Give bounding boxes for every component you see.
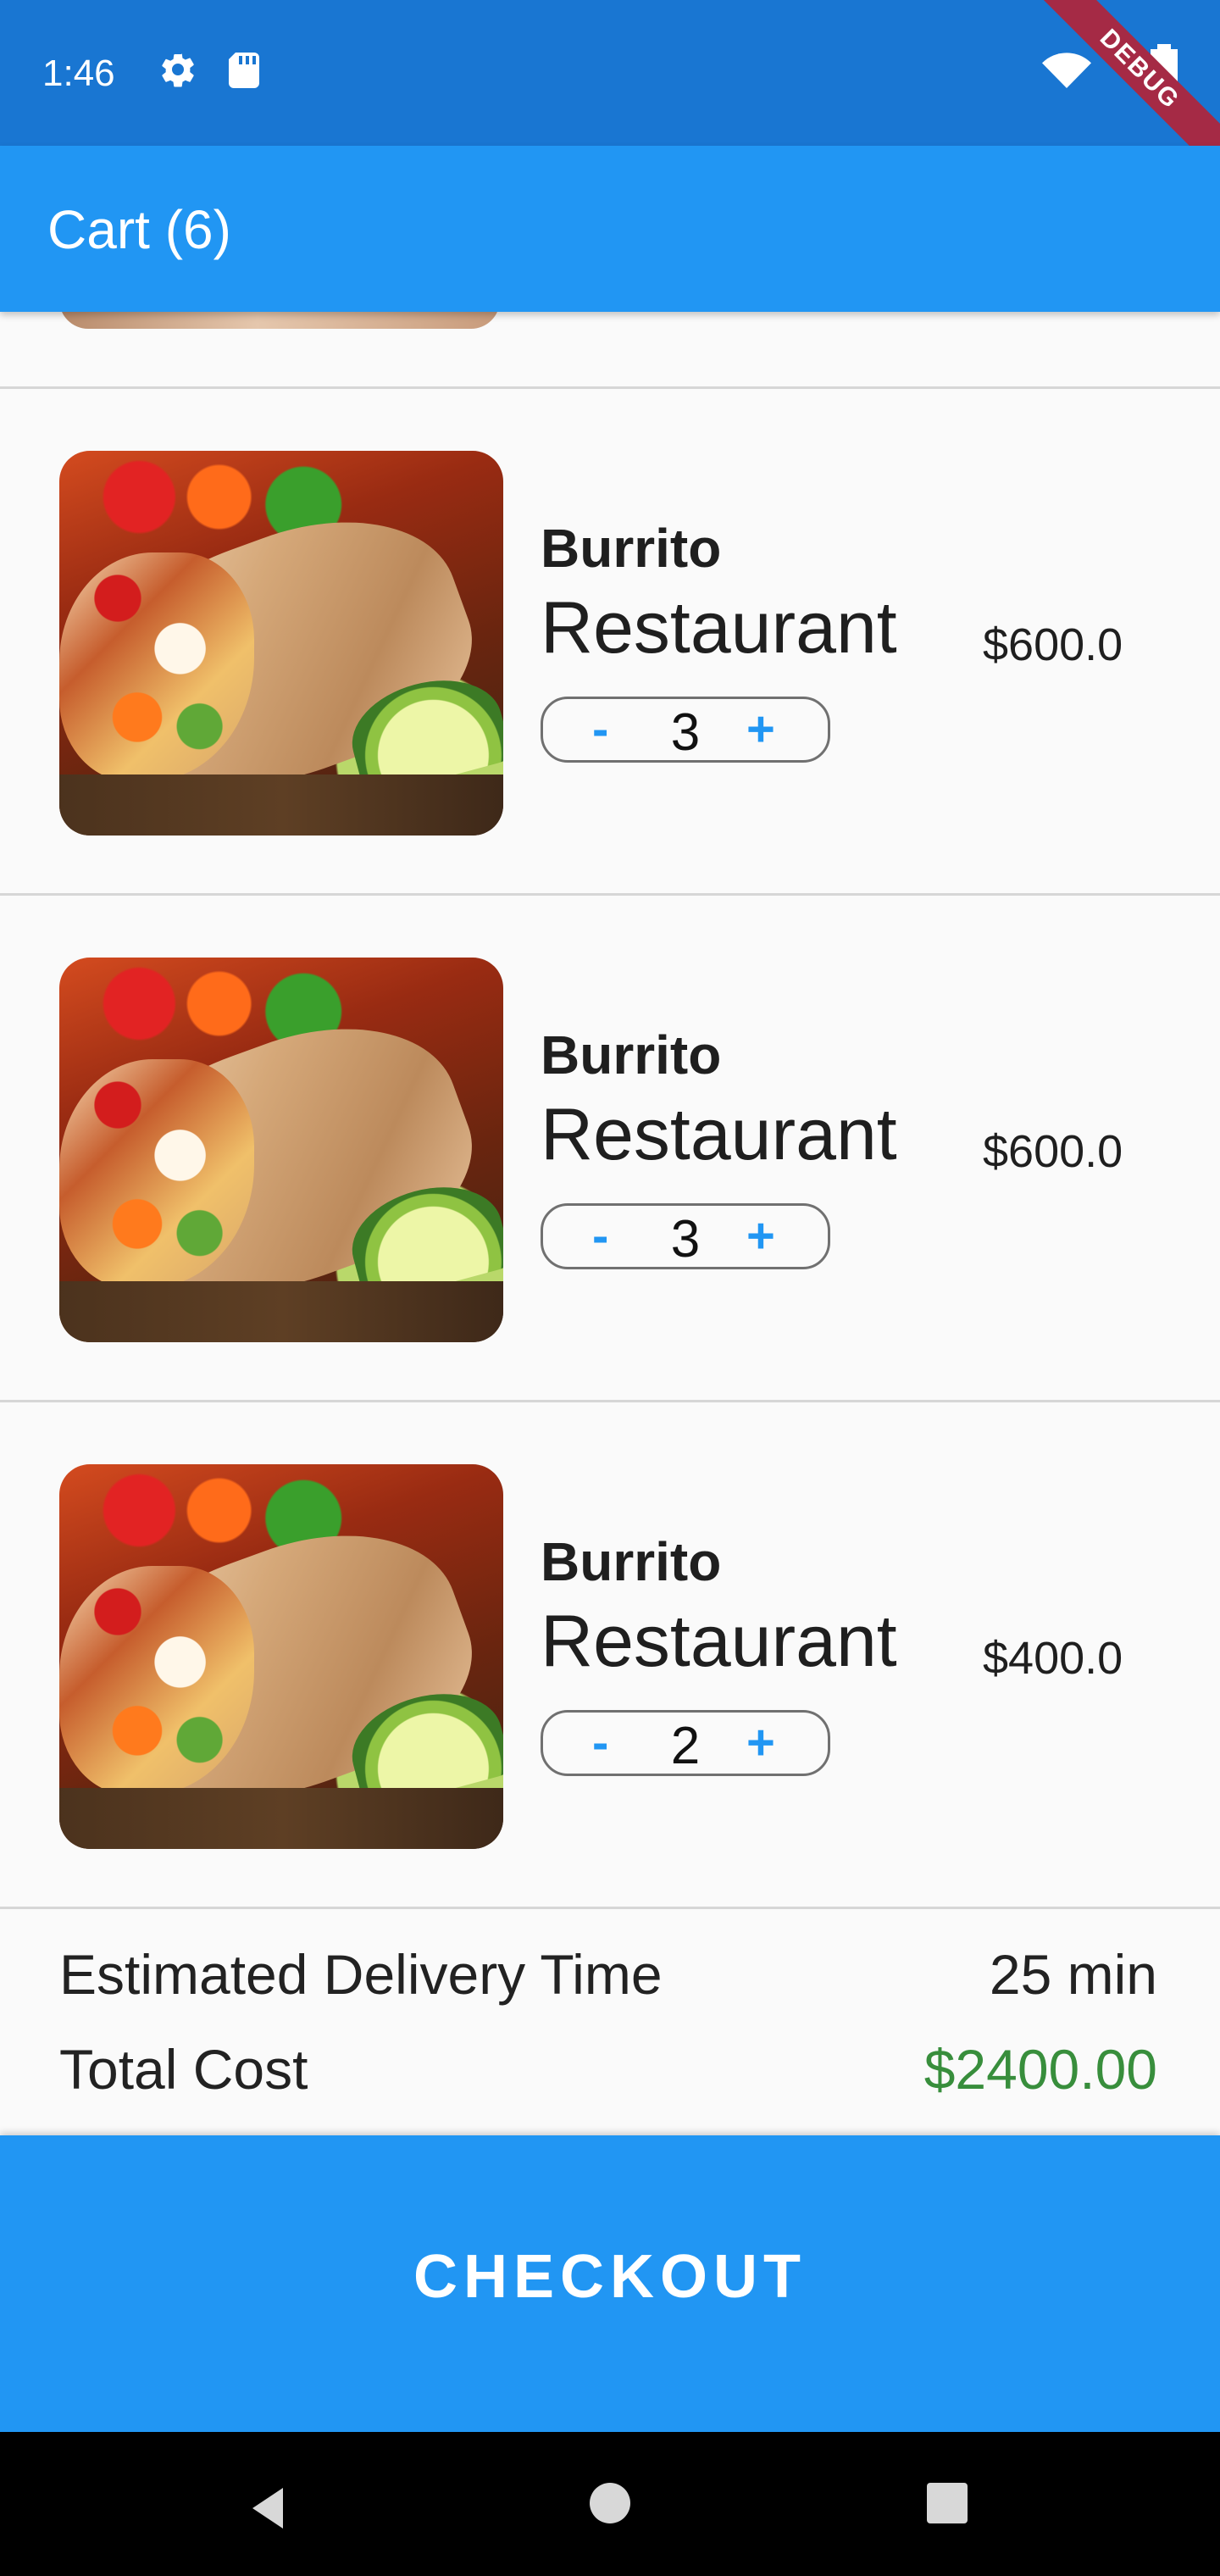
page-title: Cart (6) [47, 199, 231, 260]
cart-list[interactable]: Burrito Restaurant $600.0 - 3 + Burrito … [0, 312, 1220, 2135]
home-icon[interactable] [588, 2481, 632, 2525]
increase-quantity-button[interactable]: + [746, 1714, 775, 1771]
delivery-time-label: Estimated Delivery Time [59, 1943, 663, 2006]
cutting-board [59, 1281, 503, 1342]
delivery-time-value: 25 min [989, 1943, 1157, 2006]
item-category: Burrito [541, 1024, 722, 1085]
increase-quantity-button[interactable]: + [746, 1208, 775, 1264]
quantity-value: 3 [670, 1210, 701, 1269]
increase-quantity-button[interactable]: + [746, 701, 775, 758]
status-bar: 1:46 DEBUG [0, 0, 1220, 182]
divider [0, 386, 1220, 389]
checkout-button[interactable]: CHECKOUT [0, 2135, 1220, 2432]
sd-card-icon [229, 53, 259, 88]
cart-item: Burrito Restaurant $600.0 - 3 + [0, 897, 1220, 1402]
divider [0, 893, 1220, 896]
cutting-board [59, 774, 503, 836]
item-category: Burrito [541, 1531, 722, 1592]
wifi-icon [1042, 53, 1091, 88]
recents-icon[interactable] [925, 2481, 969, 2525]
divider [0, 1400, 1220, 1402]
divider [0, 1907, 1220, 1909]
partial-previous-item-image [59, 312, 500, 329]
checkout-label: CHECKOUT [413, 2243, 807, 2311]
item-price: $600.0 [983, 619, 1123, 670]
quantity-stepper: - 3 + [541, 1203, 830, 1269]
burrito-image [59, 451, 503, 836]
burrito-image [59, 958, 503, 1342]
quantity-stepper: - 2 + [541, 1710, 830, 1776]
item-restaurant: Restaurant [541, 1094, 897, 1175]
cart-item: Burrito Restaurant $600.0 - 3 + [0, 390, 1220, 895]
item-restaurant: Restaurant [541, 587, 897, 669]
item-category: Burrito [541, 518, 722, 579]
cutting-board [59, 1788, 503, 1849]
item-restaurant: Restaurant [541, 1601, 897, 1682]
burrito-image [59, 1464, 503, 1849]
gear-icon [162, 53, 194, 87]
quantity-stepper: - 3 + [541, 697, 830, 763]
quantity-value: 3 [670, 703, 701, 762]
cart-item: Burrito Restaurant $400.0 - 2 + [0, 1403, 1220, 1908]
system-navigation-bar [0, 2432, 1220, 2576]
quantity-value: 2 [670, 1717, 701, 1775]
total-cost-label: Total Cost [59, 2038, 308, 2101]
item-price: $600.0 [983, 1126, 1123, 1177]
status-time: 1:46 [42, 53, 115, 94]
total-cost-value: $2400.00 [923, 2038, 1157, 2101]
back-icon[interactable] [242, 2481, 297, 2535]
item-price: $400.0 [983, 1633, 1123, 1684]
app-bar: Cart (6) [0, 146, 1220, 312]
